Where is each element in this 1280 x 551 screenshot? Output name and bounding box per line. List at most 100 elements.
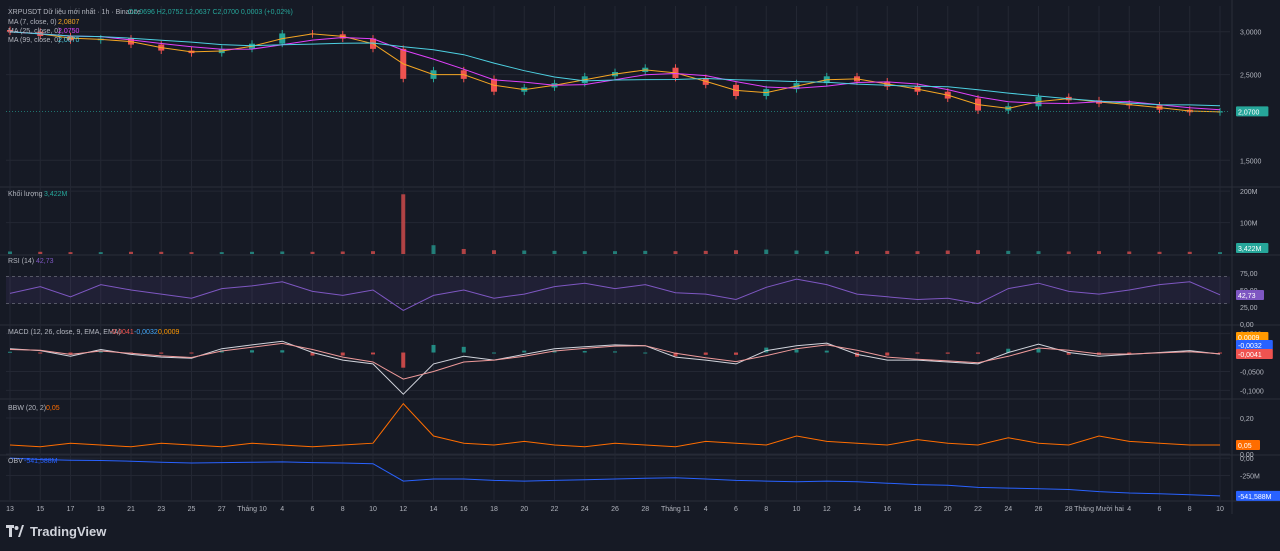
tradingview-icon <box>6 524 24 538</box>
y-tick-label: 2,5000 <box>1240 73 1262 80</box>
x-tick-label: 23 <box>157 506 165 513</box>
rsi-title: RSI (14) <box>8 258 34 265</box>
volume-bar <box>219 252 224 254</box>
x-tick-label: 10 <box>793 506 801 513</box>
macd-value-3: 0,0009 <box>158 329 180 336</box>
rsi-band <box>6 276 1230 304</box>
ohlc-header: O2,0696 H2,0752 L2,0637 C2,0700 0,0003 (… <box>128 9 293 16</box>
x-tick-label: 6 <box>1158 506 1162 513</box>
volume-bar <box>129 251 133 254</box>
volume-badge: 3,422M <box>1238 246 1262 253</box>
volume-bar <box>976 250 980 254</box>
indicator-value: 2,0807 <box>58 19 80 26</box>
macd-histogram-bar <box>280 350 285 353</box>
volume-bar <box>98 252 103 254</box>
macd-histogram-bar <box>1127 352 1132 354</box>
x-tick-label: 28 <box>641 506 649 513</box>
volume-bar <box>159 251 164 254</box>
x-tick-label: 4 <box>280 506 284 513</box>
macd-histogram-bar <box>250 350 254 353</box>
macd-histogram-bar <box>189 352 194 354</box>
macd-histogram-bar <box>340 352 345 356</box>
x-tick-label: 14 <box>430 506 438 513</box>
chart-area[interactable]: 13 15 17 19 21 23 25 27 Tháng 10 4 6 8 10 12 14 16 18 20 2… <box>0 0 1280 546</box>
macd-histogram-bar <box>794 349 799 353</box>
indicator-label: MA (25, close, 0) <box>8 28 61 35</box>
volume-value: 3,422M <box>44 191 68 198</box>
x-tick-label: 8 <box>341 506 345 513</box>
chart-title: XRPUSDT Dữ liệu mới nhất · 1h · Binance <box>8 7 141 16</box>
x-tick-label: 6 <box>311 506 315 513</box>
volume-bar <box>1187 251 1192 254</box>
indicator-label: MA (7, close, 0) <box>8 19 57 26</box>
x-tick-label: 12 <box>399 506 407 513</box>
x-tick-label: 21 <box>127 506 135 513</box>
obv-badge: -541,588M <box>1238 494 1272 501</box>
x-tick-label: 18 <box>490 506 498 513</box>
y-tick-label: 100M <box>1240 221 1258 228</box>
x-tick-label: 10 <box>1216 506 1224 513</box>
macd-histogram-bar <box>401 352 406 368</box>
x-tick-label: 12 <box>823 506 831 513</box>
x-tick-label: 28 <box>1065 506 1073 513</box>
x-tick-label: Tháng Mười hai <box>1074 506 1124 513</box>
tradingview-logo[interactable]: TradingView <box>6 521 106 541</box>
x-tick-label: 8 <box>764 506 768 513</box>
volume-bar <box>643 250 648 254</box>
x-tick-label: 26 <box>611 506 619 513</box>
x-tick-label: 6 <box>734 506 738 513</box>
x-tick-label: 20 <box>520 506 528 513</box>
volume-bar <box>68 252 73 254</box>
x-tick-label: 18 <box>914 506 922 513</box>
x-tick-label: 15 <box>36 506 44 513</box>
volume-bar <box>310 251 315 254</box>
macd-histogram-bar <box>38 352 43 354</box>
chart-svg[interactable]: 13 15 17 19 21 23 25 27 Tháng 10 4 6 8 10 12 14 16 18 20 2… <box>0 0 1280 546</box>
macd-value-2: -0,0032 <box>134 329 158 336</box>
x-tick-label: 25 <box>188 506 196 513</box>
macd-histogram-bar <box>159 352 164 354</box>
macd-histogram-bar <box>1036 348 1041 353</box>
volume-bar <box>734 250 738 254</box>
volume-bar <box>824 250 829 254</box>
macd-histogram-bar <box>371 352 375 355</box>
x-tick-label: 24 <box>581 506 589 513</box>
last-price-badge: 2,0700 <box>1238 109 1260 116</box>
indicator-label: MA (99, close, 0) <box>8 37 61 44</box>
x-tick-label: 16 <box>460 506 468 513</box>
macd-histogram-bar <box>431 344 436 353</box>
macd-title: MACD (12, 26, close, 9, EMA, EMA) <box>8 329 121 336</box>
macd-histogram-bar <box>492 352 496 354</box>
x-tick-label: 24 <box>1004 506 1012 513</box>
volume-bar <box>703 250 708 254</box>
x-tick-label: 22 <box>974 506 982 513</box>
x-tick-label: 17 <box>67 506 75 513</box>
volume-bar <box>885 250 890 254</box>
volume-bar <box>38 251 43 254</box>
y-tick-label: 200M <box>1240 189 1258 196</box>
volume-bar <box>280 251 285 254</box>
volume-bar <box>945 250 950 254</box>
macd-histogram-bar <box>522 350 527 353</box>
obv-value: -541,588M <box>24 458 58 465</box>
x-tick-label: Tháng 11 <box>661 506 690 513</box>
x-tick-label: Tháng 10 <box>237 506 267 513</box>
volume-bar <box>915 251 920 254</box>
macd-histogram-bar <box>582 351 587 353</box>
volume-bar <box>794 250 799 254</box>
volume-bar <box>764 249 769 254</box>
x-tick-label: 4 <box>704 506 708 513</box>
y-tick-label: 25,00 <box>1240 305 1258 312</box>
macd-histogram-bar <box>703 352 708 355</box>
y-tick-label: 0,00 <box>1240 322 1254 329</box>
macd-value-1: -0,0041 <box>110 329 134 336</box>
macd-histogram-bar <box>824 350 829 353</box>
volume-bar <box>189 252 194 254</box>
volume-bar <box>461 248 466 254</box>
indicator-value: 2,0750 <box>58 28 80 35</box>
x-tick-label: 16 <box>883 506 891 513</box>
volume-bar <box>401 194 406 254</box>
volume-bar <box>250 251 254 254</box>
indicator-value: 2,0670 <box>58 37 80 44</box>
y-tick-label: 0,20 <box>1240 416 1254 423</box>
